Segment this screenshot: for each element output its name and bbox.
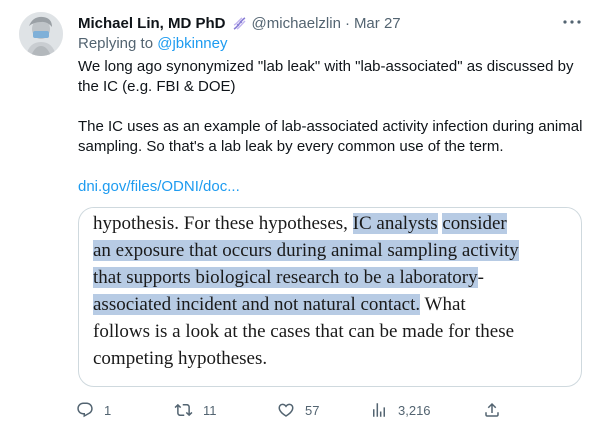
document-excerpt: hypothesis. For these hypotheses, IC ana…: [93, 210, 577, 372]
views-button[interactable]: 3,216: [370, 398, 431, 422]
like-count: 57: [305, 402, 320, 418]
document-text: follows is a look at the cases that can …: [93, 321, 515, 342]
tweet-paragraph-2: The IC uses as an example of lab-associa…: [78, 118, 583, 155]
tweet-header: Michael Lin, MD PhD @michaelzlin · Mar 2…: [78, 13, 401, 33]
views-count: 3,216: [398, 402, 431, 418]
reply-icon: [77, 402, 93, 418]
highlighted-text: an exposure that occurs during animal sa…: [93, 240, 519, 261]
retweet-button[interactable]: 11: [174, 398, 217, 422]
replying-prefix: Replying to: [78, 35, 158, 52]
document-line: follows is a look at the cases that can …: [93, 318, 577, 345]
document-line: an exposure that occurs during animal sa…: [93, 237, 577, 264]
avatar-image: [19, 12, 63, 56]
replying-to-link[interactable]: @jbkinney: [157, 35, 227, 52]
author-handle[interactable]: @michaelzlin: [252, 15, 341, 32]
tweet-link[interactable]: dni.gov/files/ODNI/doc...: [78, 178, 240, 195]
document-line: competing hypotheses.: [93, 345, 577, 372]
highlighted-text: that supports biological research to be …: [93, 267, 478, 288]
tweet-date[interactable]: Mar 27: [354, 15, 401, 32]
retweet-count: 11: [203, 402, 217, 418]
document-text: -: [477, 267, 484, 288]
like-button[interactable]: 57: [277, 398, 319, 422]
reply-button[interactable]: 1: [76, 398, 111, 422]
separator-dot: ·: [344, 14, 350, 32]
action-bar: 1 11 57 3,216: [76, 398, 506, 422]
document-line: hypothesis. For these hypotheses, IC ana…: [93, 210, 577, 237]
tweet-body: We long ago synonymized "lab leak" with …: [78, 57, 588, 197]
share-button[interactable]: [483, 398, 501, 422]
views-chart-icon: [373, 403, 385, 417]
reply-count: 1: [104, 402, 112, 418]
document-text: hypothesis. For these hypotheses,: [93, 213, 353, 234]
document-line: that supports biological research to be …: [93, 264, 577, 291]
author-name[interactable]: Michael Lin, MD PhD: [78, 15, 226, 32]
dna-icon: [231, 15, 248, 32]
cropped-edge: [79, 208, 581, 212]
document-text: competing hypotheses.: [93, 348, 268, 369]
retweet-icon: [174, 403, 193, 417]
heart-icon: [278, 403, 294, 417]
highlighted-text: consider: [442, 213, 507, 234]
highlighted-text: IC analysts: [352, 213, 438, 234]
tweet-paragraph-1: We long ago synonymized "lab leak" with …: [78, 58, 574, 95]
avatar[interactable]: [19, 12, 63, 56]
share-icon: [485, 402, 499, 417]
replying-to: Replying to @jbkinney: [78, 35, 227, 52]
more-button[interactable]: [560, 12, 584, 32]
more-dots-icon: [563, 20, 581, 24]
media-card[interactable]: hypothesis. For these hypotheses, IC ana…: [78, 207, 582, 387]
document-text: What: [420, 294, 466, 315]
document-line: associated incident and not natural cont…: [93, 291, 577, 318]
highlighted-text: associated incident and not natural cont…: [93, 294, 421, 315]
